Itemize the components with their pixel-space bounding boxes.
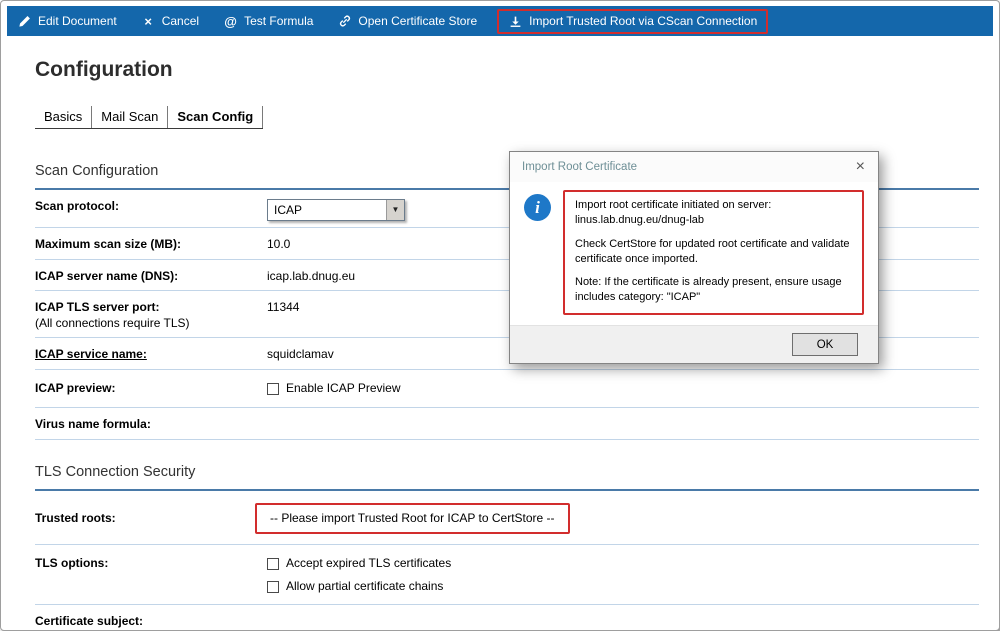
icap-service-name-value: squidclamav: [267, 345, 334, 363]
max-scan-size-value: 10.0: [267, 235, 290, 253]
form-row-icap-preview: ICAP preview: Enable ICAP Preview: [35, 370, 979, 408]
cancel-x-icon: ×: [141, 14, 156, 29]
dialog-titlebar[interactable]: Import Root Certificate ×: [510, 152, 878, 182]
icap-service-name-label: ICAP service name:: [35, 345, 267, 363]
icap-server-name-label: ICAP server name (DNS):: [35, 267, 267, 285]
icap-tls-port-sublabel: (All connections require TLS): [35, 316, 267, 332]
form-row-trusted-roots: Trusted roots: -- Please import Trusted …: [35, 491, 979, 546]
trusted-roots-value: -- Please import Trusted Root for ICAP t…: [255, 503, 570, 535]
edit-document-button[interactable]: Edit Document: [17, 14, 117, 29]
allow-partial-chains-checkbox-label: Allow partial certificate chains: [286, 579, 443, 595]
edit-pencil-icon: [17, 14, 32, 29]
enable-icap-preview-checkbox[interactable]: Enable ICAP Preview: [267, 381, 401, 397]
checkbox-icon[interactable]: [267, 558, 279, 570]
tab-mail-scan[interactable]: Mail Scan: [92, 106, 168, 128]
icap-preview-label: ICAP preview:: [35, 379, 267, 397]
scan-protocol-label: Scan protocol:: [35, 197, 267, 215]
icap-tls-port-label: ICAP TLS server port: (All connections r…: [35, 298, 267, 331]
checkbox-icon[interactable]: [267, 581, 279, 593]
import-trusted-root-button[interactable]: Import Trusted Root via CScan Connection: [497, 9, 768, 34]
ok-button[interactable]: OK: [792, 333, 858, 356]
chain-link-icon: [337, 14, 352, 29]
certificate-subject-label: Certificate subject:: [35, 612, 267, 630]
icap-server-name-value: icap.lab.dnug.eu: [267, 267, 355, 285]
accept-expired-tls-checkbox[interactable]: Accept expired TLS certificates: [267, 556, 451, 572]
scan-protocol-dropdown[interactable]: ICAP ▼: [267, 199, 405, 221]
open-certificate-store-label: Open Certificate Store: [358, 14, 477, 28]
dialog-body: i Import root certificate initiated on s…: [510, 182, 878, 325]
dialog-footer: OK: [510, 325, 878, 363]
dialog-message-line-1: Import root certificate initiated on ser…: [575, 198, 852, 228]
open-certificate-store-button[interactable]: Open Certificate Store: [337, 14, 477, 29]
checkbox-icon[interactable]: [267, 383, 279, 395]
dialog-close-icon[interactable]: ×: [852, 157, 869, 177]
form-row-certificate-subject: Certificate subject:: [35, 605, 979, 631]
trusted-roots-label: Trusted roots:: [35, 509, 267, 527]
cancel-button[interactable]: × Cancel: [141, 14, 199, 29]
form-row-tls-options: TLS options: Accept expired TLS certific…: [35, 545, 979, 605]
info-icon: i: [524, 194, 551, 221]
dialog-message-highlight-box: Import root certificate initiated on ser…: [563, 190, 864, 315]
icap-tls-port-label-text: ICAP TLS server port:: [35, 300, 159, 314]
download-import-icon: [508, 14, 523, 29]
edit-document-label: Edit Document: [38, 14, 117, 28]
tab-basics[interactable]: Basics: [35, 106, 92, 128]
import-trusted-root-label: Import Trusted Root via CScan Connection: [529, 14, 757, 28]
dialog-message-line-3: Note: If the certificate is already pres…: [575, 275, 852, 305]
cancel-label: Cancel: [162, 14, 199, 28]
tls-security-form: Trusted roots: -- Please import Trusted …: [35, 491, 979, 631]
page-title: Configuration: [35, 58, 979, 82]
test-formula-button[interactable]: @ Test Formula: [223, 14, 313, 29]
at-sign-icon: @: [223, 14, 238, 29]
tab-bar: Basics Mail Scan Scan Config: [35, 106, 263, 129]
dialog-message-line-2: Check CertStore for updated root certifi…: [575, 237, 852, 267]
test-formula-label: Test Formula: [244, 14, 313, 28]
dialog-title: Import Root Certificate: [522, 161, 637, 173]
action-toolbar: Edit Document × Cancel @ Test Formula Op…: [7, 6, 993, 36]
accept-expired-tls-checkbox-label: Accept expired TLS certificates: [286, 556, 451, 572]
configuration-window: Edit Document × Cancel @ Test Formula Op…: [0, 0, 1000, 631]
form-row-virus-name-formula: Virus name formula:: [35, 408, 979, 440]
scan-protocol-value: ICAP: [268, 200, 386, 220]
import-root-certificate-dialog: Import Root Certificate × i Import root …: [509, 151, 879, 364]
icap-tls-port-value: 11344: [267, 298, 299, 316]
tls-connection-security-section-title: TLS Connection Security: [35, 464, 979, 491]
enable-icap-preview-checkbox-label: Enable ICAP Preview: [286, 381, 401, 397]
tab-scan-config[interactable]: Scan Config: [168, 106, 263, 128]
dropdown-arrow-icon[interactable]: ▼: [386, 200, 404, 220]
max-scan-size-label: Maximum scan size (MB):: [35, 235, 267, 253]
tls-options-label: TLS options:: [35, 554, 267, 572]
virus-name-formula-label: Virus name formula:: [35, 415, 267, 433]
allow-partial-chains-checkbox[interactable]: Allow partial certificate chains: [267, 579, 451, 595]
